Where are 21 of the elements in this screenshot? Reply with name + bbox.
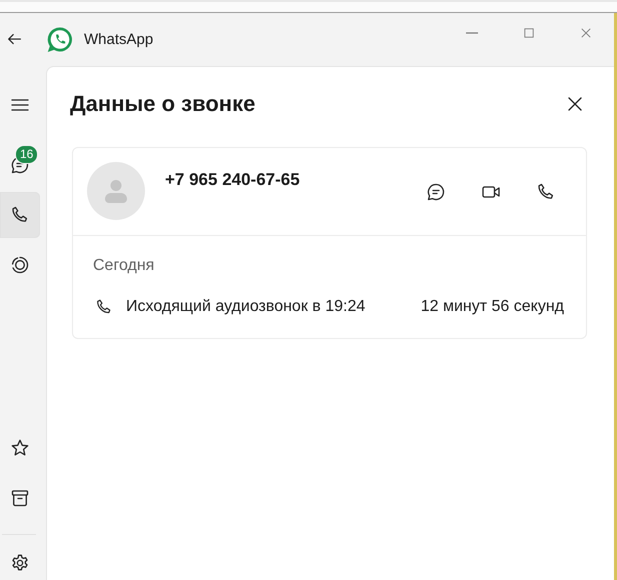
archive-box-icon [10, 488, 30, 508]
star-icon [10, 438, 30, 458]
panel-title: Данные о звонке [70, 91, 256, 117]
date-heading: Сегодня [93, 257, 156, 275]
maximize-icon [522, 26, 536, 40]
nav-chats-button[interactable]: 16 [0, 142, 40, 188]
unread-count-badge: 16 [15, 145, 38, 164]
settings-icon [10, 553, 30, 573]
contact-phone-number: +7 965 240-67-65 [165, 170, 300, 191]
phone-icon [10, 205, 30, 225]
call-duration: 12 минут 56 секунд [420, 298, 564, 316]
chat-phone-logo-icon [46, 26, 74, 54]
close-icon [578, 26, 592, 40]
call-description: Исходящий аудиозвонок в 19:24 [126, 298, 366, 316]
chat-bubble-icon [426, 182, 446, 202]
phone-icon [536, 182, 556, 202]
minimize-icon [466, 32, 478, 34]
nav-calls-button[interactable] [0, 192, 40, 238]
window-title: WhatsApp [84, 31, 154, 48]
status-ring-icon [10, 255, 30, 275]
phone-icon [95, 298, 113, 316]
